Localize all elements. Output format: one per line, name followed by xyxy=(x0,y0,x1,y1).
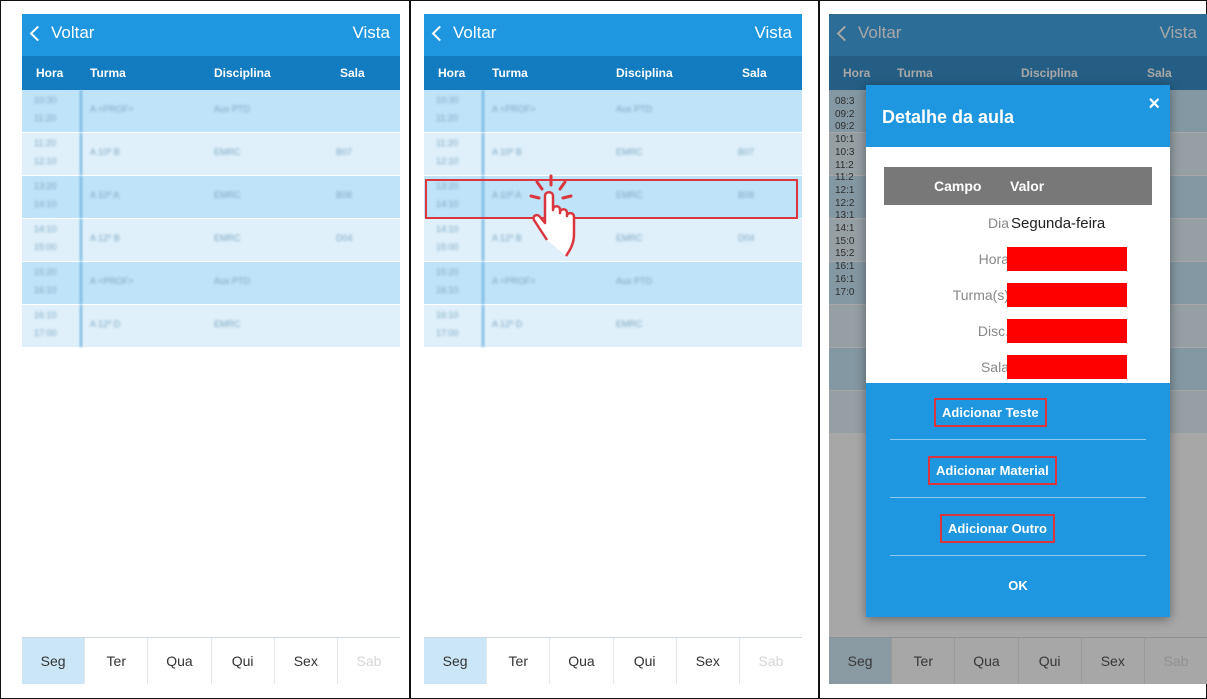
dialog-actions: Adicionar Teste Adicionar Material Adici… xyxy=(866,383,1170,617)
tab-sex[interactable]: Sex xyxy=(677,638,740,684)
day-tabs: Seg Ter Qua Qui Sex Sab xyxy=(424,637,802,684)
chevron-left-icon xyxy=(431,25,448,41)
table-row[interactable]: 11:20 12:10 A 10º B EMRC B07 xyxy=(424,133,802,176)
screen-1: Voltar Vista Hora Turma Disciplina Sala … xyxy=(22,14,400,684)
app-header: Voltar Vista xyxy=(22,14,400,56)
detail-table: Campo Valor Dia Segunda-feira Hora Turma(… xyxy=(884,167,1152,385)
schedule-list: 10:30 11:20 A <PROF> Aux PTD 11:20 12:10 A 10… xyxy=(22,90,400,348)
tab-qui[interactable]: Qui xyxy=(212,638,275,684)
col-disciplina: Disciplina xyxy=(214,66,271,80)
table-row[interactable]: 16:10 17:00 A 12º D EMRC xyxy=(424,305,802,348)
app-header: Voltar Vista xyxy=(424,14,802,56)
ok-button[interactable]: OK xyxy=(890,561,1146,611)
table-header: Hora Turma Disciplina Sala xyxy=(424,56,802,90)
detail-row-dia: Dia Segunda-feira xyxy=(884,205,1152,241)
tab-qui[interactable]: Qui xyxy=(614,638,677,684)
col-valor: Valor xyxy=(1010,178,1045,194)
view-button[interactable]: Vista xyxy=(353,23,391,43)
col-disciplina: Disciplina xyxy=(616,66,673,80)
schedule-list: 10:30 11:20 A <PROF> Aux PTD 11:20 12:10 A 10… xyxy=(424,90,802,348)
tab-ter[interactable]: Ter xyxy=(487,638,551,684)
back-button[interactable]: Voltar xyxy=(431,23,497,43)
hand-tap-icon xyxy=(529,174,576,257)
redacted-value xyxy=(1007,247,1127,271)
detail-row-turma: Turma(s) xyxy=(884,277,1152,313)
col-turma: Turma xyxy=(492,66,528,80)
redacted-value xyxy=(1007,319,1127,343)
screen-2: Voltar Vista Hora Turma Disciplina Sala … xyxy=(424,14,802,684)
redacted-value xyxy=(1007,355,1127,379)
table-row[interactable]: 16:10 17:00 A 12º D EMRC xyxy=(22,305,400,348)
selected-row-highlight xyxy=(425,179,798,219)
detail-table-header: Campo Valor xyxy=(884,167,1152,205)
add-material-button[interactable]: Adicionar Material xyxy=(890,441,1146,498)
table-row[interactable]: 14:10 15:00 A 12º B EMRC D04 xyxy=(22,219,400,262)
tab-qua[interactable]: Qua xyxy=(148,638,212,684)
tab-sab: Sab xyxy=(356,653,382,669)
screen-3: Voltar Vista Hora Turma Disciplina Sala … xyxy=(829,14,1207,684)
tab-sex[interactable]: Sex xyxy=(275,638,338,684)
detail-row-sala: Sala xyxy=(884,349,1152,385)
table-row[interactable]: 11:20 12:10 A 10º B EMRC B07 xyxy=(22,133,400,176)
tab-seg[interactable]: Seg xyxy=(22,638,86,684)
redacted-value xyxy=(1007,283,1127,307)
back-button[interactable]: Voltar xyxy=(29,23,95,43)
dialog-header: Detalhe da aula × xyxy=(866,85,1170,147)
detail-row-disc: Disc. xyxy=(884,313,1152,349)
panel-divider xyxy=(818,0,820,699)
back-label: Voltar xyxy=(51,23,95,42)
day-value: Segunda-feira xyxy=(1011,215,1106,232)
table-row[interactable]: 13:20 14:10 A 10º A EMRC B08 xyxy=(22,176,400,219)
view-button[interactable]: Vista xyxy=(755,23,793,43)
add-test-button[interactable]: Adicionar Teste xyxy=(890,383,1146,440)
col-sala: Sala xyxy=(742,66,767,80)
dialog-title: Detalhe da aula xyxy=(882,107,1015,127)
col-sala: Sala xyxy=(340,66,365,80)
detail-row-hora: Hora xyxy=(884,241,1152,277)
tab-sab: Sab xyxy=(758,653,784,669)
close-icon[interactable]: × xyxy=(1148,93,1160,116)
tab-seg[interactable]: Seg xyxy=(424,638,488,684)
table-row[interactable]: 15:20 16:10 A <PROF> Aux PTD xyxy=(424,262,802,305)
col-hora: Hora xyxy=(36,66,64,80)
chevron-left-icon xyxy=(29,25,46,41)
col-campo: Campo xyxy=(934,178,982,194)
col-turma: Turma xyxy=(90,66,126,80)
col-hora: Hora xyxy=(438,66,466,80)
table-row[interactable]: 14:10 15:00 A 12º B EMRC D04 xyxy=(424,219,802,262)
back-label: Voltar xyxy=(453,23,497,42)
table-row[interactable]: 10:30 11:20 A <PROF> Aux PTD xyxy=(424,90,802,133)
add-other-button[interactable]: Adicionar Outro xyxy=(890,499,1146,556)
table-row[interactable]: 10:30 11:20 A <PROF> Aux PTD xyxy=(22,90,400,133)
table-header: Hora Turma Disciplina Sala xyxy=(22,56,400,90)
table-row[interactable]: 15:20 16:10 A <PROF> Aux PTD xyxy=(22,262,400,305)
tab-qua[interactable]: Qua xyxy=(550,638,614,684)
day-tabs: Seg Ter Qua Qui Sex Sab xyxy=(22,637,400,684)
lesson-detail-dialog: Detalhe da aula × Campo Valor Dia Segunda… xyxy=(866,85,1170,617)
tab-ter[interactable]: Ter xyxy=(85,638,149,684)
panel-divider xyxy=(409,0,411,699)
